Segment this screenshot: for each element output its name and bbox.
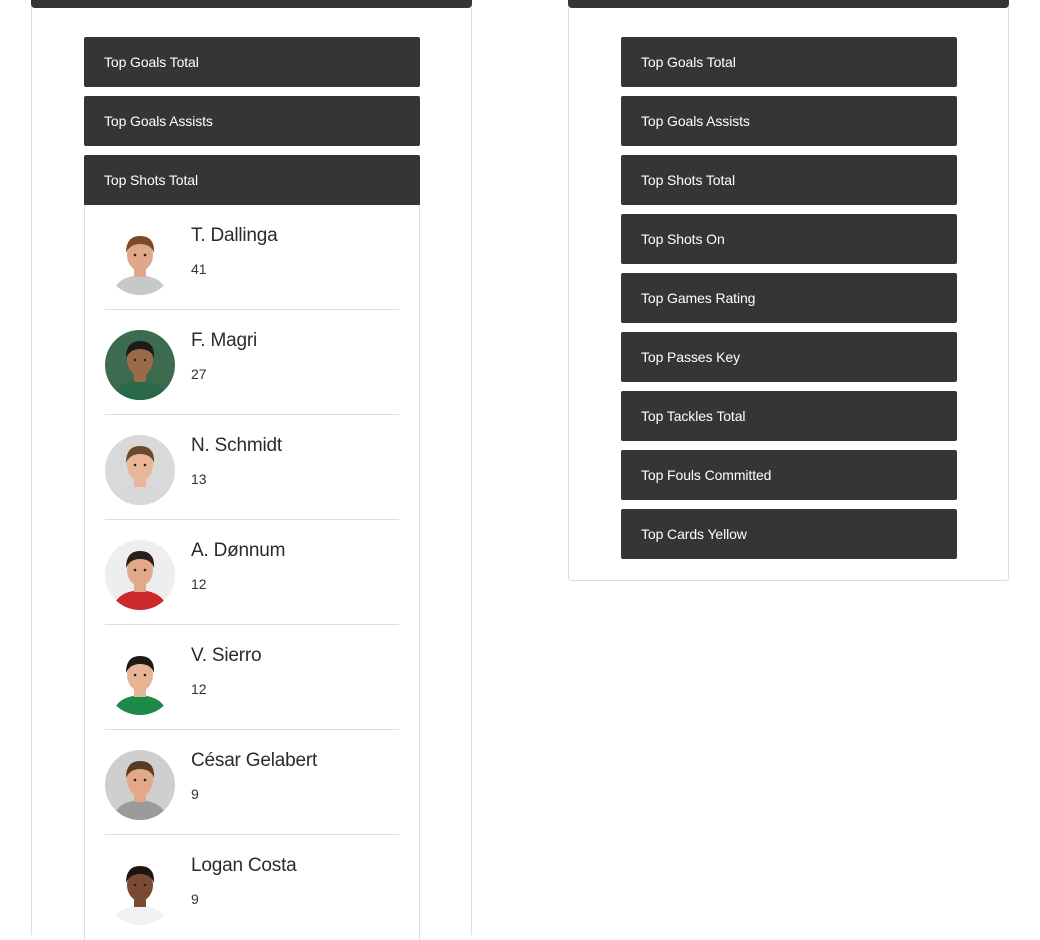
- player-avatar: [105, 330, 175, 400]
- right-menu-top-goals-total[interactable]: Top Goals Total: [621, 37, 957, 87]
- player-stat-value: 9: [191, 891, 199, 907]
- right-panel-header-bar: [568, 0, 1009, 8]
- portrait-eye: [143, 568, 147, 572]
- left-menu-top-goals-total[interactable]: Top Goals Total: [84, 37, 420, 87]
- player-avatar: [105, 750, 175, 820]
- right-stats-menu: Top Goals Total Top Goals Assists Top Sh…: [621, 37, 957, 568]
- portrait-eye: [133, 463, 137, 467]
- player-name[interactable]: T. Dallinga: [191, 225, 278, 247]
- left-menu-top-goals-assists[interactable]: Top Goals Assists: [84, 96, 420, 146]
- player-row[interactable]: A. Dønnum 12: [105, 520, 399, 625]
- player-stat-value: 13: [191, 471, 207, 487]
- player-row[interactable]: Logan Costa 9: [105, 835, 399, 940]
- portrait-eye: [133, 568, 137, 572]
- player-row[interactable]: V. Sierro 12: [105, 625, 399, 730]
- left-menu-top-shots-total[interactable]: Top Shots Total: [84, 155, 420, 205]
- right-menu-top-shots-total[interactable]: Top Shots Total: [621, 155, 957, 205]
- player-portrait-icon: [105, 540, 175, 610]
- player-avatar: [105, 435, 175, 505]
- left-panel-header-bar: [31, 0, 472, 8]
- portrait-eye: [133, 883, 137, 887]
- player-name[interactable]: César Gelabert: [191, 750, 317, 772]
- right-menu-top-passes-key[interactable]: Top Passes Key: [621, 332, 957, 382]
- portrait-eye: [143, 883, 147, 887]
- player-portrait-icon: [105, 225, 175, 295]
- player-name[interactable]: N. Schmidt: [191, 435, 282, 457]
- player-name[interactable]: Logan Costa: [191, 855, 297, 877]
- portrait-eye: [143, 463, 147, 467]
- player-avatar: [105, 645, 175, 715]
- player-avatar: [105, 540, 175, 610]
- player-avatar: [105, 855, 175, 925]
- player-stat-value: 41: [191, 261, 207, 277]
- player-portrait-icon: [105, 645, 175, 715]
- player-avatar: [105, 225, 175, 295]
- player-row[interactable]: F. Magri 27: [105, 310, 399, 415]
- right-menu-top-shots-on[interactable]: Top Shots On: [621, 214, 957, 264]
- player-stat-value: 9: [191, 786, 199, 802]
- player-stat-value: 12: [191, 576, 207, 592]
- right-menu-top-cards-yellow[interactable]: Top Cards Yellow: [621, 509, 957, 559]
- portrait-eye: [143, 673, 147, 677]
- portrait-eye: [133, 673, 137, 677]
- player-row[interactable]: T. Dallinga 41: [105, 205, 399, 310]
- right-menu-top-fouls-committed[interactable]: Top Fouls Committed: [621, 450, 957, 500]
- player-stat-value: 27: [191, 366, 207, 382]
- right-menu-top-goals-assists[interactable]: Top Goals Assists: [621, 96, 957, 146]
- player-name[interactable]: F. Magri: [191, 330, 257, 352]
- player-stat-value: 12: [191, 681, 207, 697]
- player-portrait-icon: [105, 855, 175, 925]
- right-menu-top-games-rating[interactable]: Top Games Rating: [621, 273, 957, 323]
- portrait-eye: [143, 253, 147, 257]
- portrait-eye: [143, 358, 147, 362]
- player-portrait-icon: [105, 435, 175, 505]
- top-shots-total-list: T. Dallinga 41 F. Magri 27 N. Schmidt 13…: [84, 205, 420, 940]
- player-name[interactable]: A. Dønnum: [191, 540, 285, 562]
- player-row[interactable]: N. Schmidt 13: [105, 415, 399, 520]
- right-menu-top-tackles-total[interactable]: Top Tackles Total: [621, 391, 957, 441]
- player-name[interactable]: V. Sierro: [191, 645, 262, 667]
- left-stats-menu: Top Goals Total Top Goals Assists Top Sh…: [84, 37, 420, 940]
- player-portrait-icon: [105, 750, 175, 820]
- portrait-eye: [143, 778, 147, 782]
- portrait-eye: [133, 778, 137, 782]
- player-portrait-icon: [105, 330, 175, 400]
- player-row[interactable]: César Gelabert 9: [105, 730, 399, 835]
- portrait-eye: [133, 358, 137, 362]
- portrait-eye: [133, 253, 137, 257]
